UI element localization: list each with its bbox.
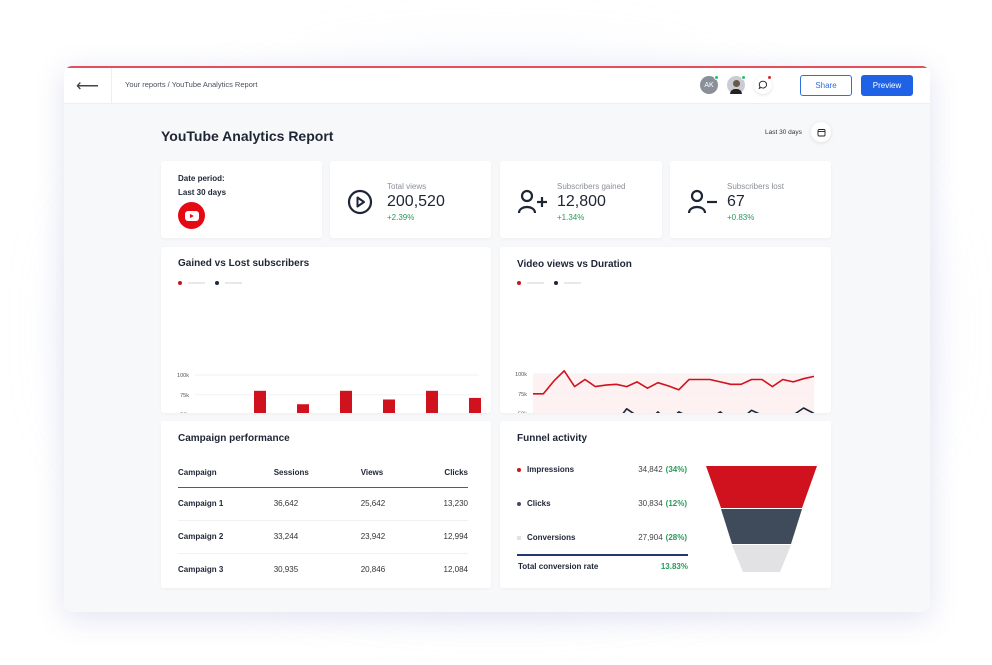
user-plus-icon [517, 189, 547, 214]
y-tick-label: 75k [180, 393, 189, 399]
table-row[interactable]: Campaign 3 30,935 20,846 12,084 [178, 553, 468, 586]
kpi-change: +1.34% [557, 213, 585, 222]
funnel-segment-conversions [732, 545, 791, 572]
cell-views: 23,942 [360, 520, 434, 554]
chat-bubble-icon [758, 80, 768, 90]
kpi-label: Subscribers lost [727, 182, 784, 191]
column-header[interactable]: Clicks [433, 461, 468, 488]
cell-campaign: Campaign 3 [178, 565, 224, 575]
kpi-label: Total views [387, 182, 427, 191]
table-row[interactable]: Campaign 1 36,642 25,642 13,230 [178, 487, 468, 521]
bar [383, 399, 395, 413]
funnel-segment-impressions [706, 466, 817, 508]
bar [340, 390, 352, 413]
kpi-card-subscribers-gained: Subscribers gained 12,800 +1.34% [500, 161, 662, 238]
avatar-ak[interactable]: AK [700, 75, 719, 94]
column-header[interactable]: Views [360, 461, 434, 488]
date-period-card: Date period: Last 30 days [161, 161, 322, 238]
page-title: YouTube Analytics Report [161, 128, 334, 144]
funnel-chart [706, 466, 817, 572]
user-minus-icon [687, 189, 717, 214]
line-chart: 025k50k75k100k01020304050607080910 [515, 370, 815, 414]
top-bar: ⟵ Your reports / YouTube Analytics Repor… [64, 68, 930, 104]
share-button[interactable]: Share [800, 75, 852, 96]
bar [297, 404, 309, 413]
cell-sessions: 30,935 [273, 565, 299, 575]
kpi-value: 200,520 [387, 193, 445, 210]
date-picker-button[interactable] [811, 122, 831, 142]
online-status-dot [714, 75, 719, 80]
y-tick-label: 100k [177, 373, 189, 379]
back-button[interactable]: ⟵ [64, 68, 112, 104]
cell-campaign: Campaign 1 [178, 487, 274, 521]
y-tick-label: 50k [518, 412, 527, 414]
cell-sessions: 36,642 [273, 487, 361, 521]
play-circle-icon [347, 189, 373, 215]
youtube-logo-icon [178, 202, 205, 229]
calendar-icon [817, 128, 825, 136]
date-period-label: Date period: [178, 174, 225, 183]
avatar-initials: AK [704, 81, 714, 89]
kpi-label: Subscribers gained [557, 182, 626, 191]
kpi-value: 67 [727, 193, 745, 210]
cell-clicks: 12,084 [443, 565, 468, 575]
bar [426, 390, 438, 413]
date-range-label[interactable]: Last 30 days [765, 129, 802, 136]
funnel-segment-clicks [721, 509, 802, 544]
bar [254, 390, 266, 413]
bar-chart: 025k50k75k100k01020304050607080910 [177, 373, 481, 414]
online-status-dot [741, 75, 746, 80]
kpi-value: 12,800 [557, 193, 606, 210]
cell-clicks: 13,230 [433, 487, 468, 521]
cell-clicks: 12,994 [433, 520, 468, 554]
cell-views: 20,846 [360, 565, 386, 575]
gained-vs-lost-card: Gained vs Lost subscribers 025k50k75k100… [161, 247, 491, 413]
bar [469, 397, 481, 413]
kpi-card-subscribers-lost: Subscribers lost 67 +0.83% [670, 161, 831, 238]
avatar-head [732, 80, 740, 87]
cell-campaign: Campaign 2 [178, 520, 274, 554]
report-window: ⟵ Your reports / YouTube Analytics Repor… [64, 66, 930, 612]
column-header[interactable]: Sessions [273, 461, 361, 488]
kpi-change: +0.83% [727, 213, 755, 222]
views-vs-duration-card: Video views vs Duration 025k50k75k100k01… [500, 247, 831, 413]
y-tick-label: 50k [180, 413, 189, 414]
arrow-left-icon: ⟵ [76, 78, 99, 95]
comments-button[interactable] [754, 75, 772, 94]
kpi-change: +2.39% [387, 213, 415, 222]
column-header[interactable]: Campaign [178, 461, 274, 488]
avatar-body [730, 89, 742, 94]
campaign-performance-card: Campaign performance Campaign Sessions V… [161, 421, 491, 588]
card-title: Campaign performance [178, 433, 290, 444]
avatar-photo[interactable] [727, 75, 746, 94]
table-row[interactable]: Campaign 2 33,244 23,942 12,994 [178, 520, 468, 554]
y-tick-label: 100k [515, 372, 527, 378]
y-tick-label: 75k [518, 392, 527, 398]
cell-views: 25,642 [360, 487, 434, 521]
breadcrumb[interactable]: Your reports / YouTube Analytics Report [125, 80, 257, 89]
preview-button[interactable]: Preview [861, 75, 913, 96]
campaign-table: Campaign Sessions Views Clicks Campaign … [178, 461, 468, 586]
cell-sessions: 33,244 [273, 520, 361, 554]
notification-dot [767, 75, 772, 80]
kpi-card-total-views: Total views 200,520 +2.39% [330, 161, 491, 238]
table-header-row: Campaign Sessions Views Clicks [178, 461, 468, 488]
date-period-value: Last 30 days [178, 188, 227, 197]
funnel-activity-card: Funnel activity Impressions 34,842 (34%)… [500, 421, 831, 588]
